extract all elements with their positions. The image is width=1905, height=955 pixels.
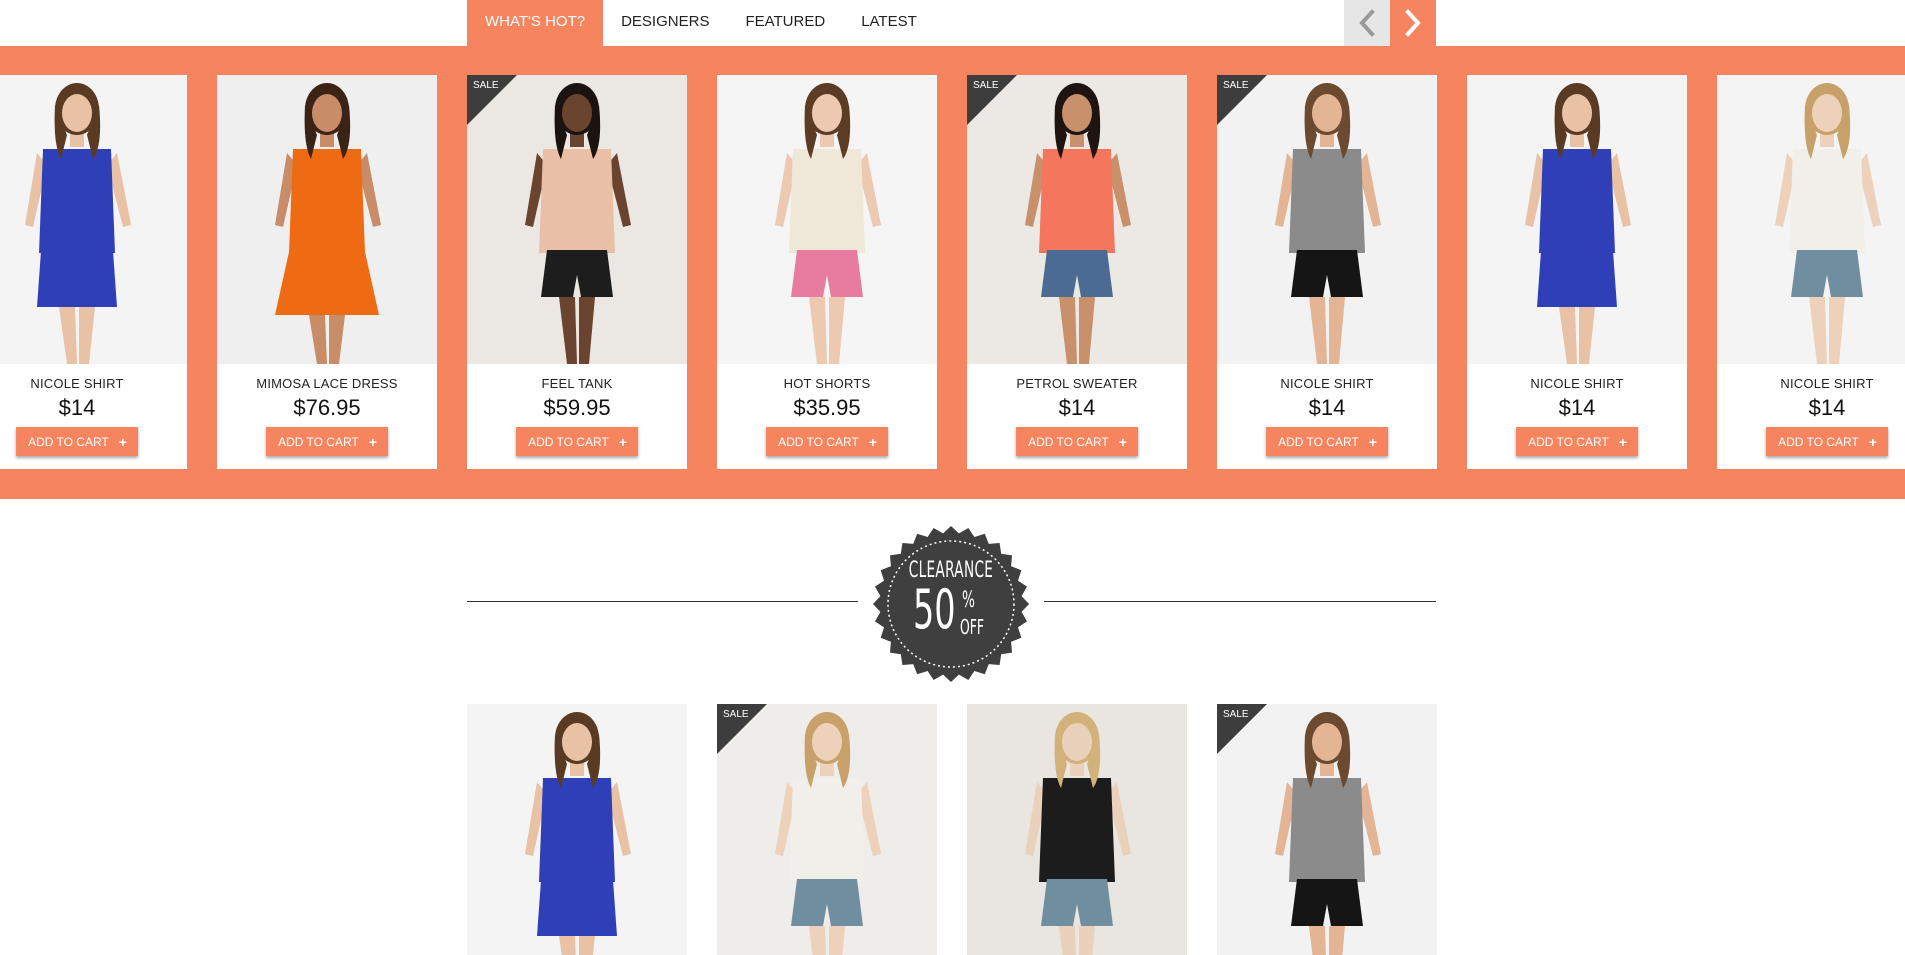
sale-ribbon: SALE	[1217, 75, 1267, 125]
add-to-cart-button[interactable]: ADD TO CART +	[1016, 427, 1138, 456]
product-name[interactable]: FEEL TANK	[467, 376, 687, 391]
add-to-cart-label: ADD TO CART	[278, 434, 359, 449]
product-name[interactable]: PETROL SWEATER	[967, 376, 1187, 391]
chevron-left-icon	[1359, 9, 1375, 37]
tab-whats-hot[interactable]: WHAT'S HOT?	[467, 0, 604, 46]
product-image[interactable]	[0, 75, 187, 364]
product-price: $14	[1558, 395, 1596, 420]
divider-line-left	[467, 601, 858, 602]
product-price: $14	[1058, 395, 1096, 420]
clearance-product-card[interactable]	[467, 704, 687, 955]
product-name[interactable]: MIMOSA LACE DRESS	[217, 376, 437, 391]
product-name[interactable]: NICOLE SHIRT	[1717, 376, 1905, 391]
product-price: $35.95	[793, 395, 861, 420]
sale-label: SALE	[473, 80, 499, 91]
clearance-product-card[interactable]: SALE	[717, 704, 937, 955]
plus-icon: +	[868, 433, 877, 450]
clearance-product-card[interactable]: SALE	[1217, 704, 1437, 955]
plus-icon: +	[1868, 433, 1877, 450]
add-to-cart-button[interactable]: ADD TO CART +	[766, 427, 888, 456]
product-image[interactable]	[467, 704, 687, 955]
add-to-cart-label: ADD TO CART	[1278, 434, 1359, 449]
product-price: $14	[1808, 395, 1846, 420]
add-to-cart-label: ADD TO CART	[1528, 434, 1609, 449]
product-image[interactable]	[1717, 75, 1905, 364]
divider-line-right	[1044, 601, 1436, 602]
plus-icon: +	[1118, 433, 1127, 450]
sale-label: SALE	[973, 80, 999, 91]
tab-featured[interactable]: FEATURED	[727, 0, 843, 46]
product-image[interactable]	[217, 75, 437, 364]
badge-number: 50	[913, 578, 956, 641]
product-price: $14	[58, 395, 96, 420]
add-to-cart-button[interactable]: ADD TO CART +	[1766, 427, 1888, 456]
chevron-right-icon	[1405, 9, 1421, 37]
product-carousel: NICOLE SHIRT $14 ADD TO CART + MIMOSA LACE …	[0, 46, 1905, 499]
sale-label: SALE	[723, 709, 749, 720]
add-to-cart-label: ADD TO CART	[1028, 434, 1109, 449]
add-to-cart-label: ADD TO CART	[528, 434, 609, 449]
product-image[interactable]	[1467, 75, 1687, 364]
product-card[interactable]: NICOLE SHIRT $14 ADD TO CART +	[1717, 75, 1905, 469]
plus-icon: +	[1368, 433, 1377, 450]
plus-icon: +	[368, 433, 377, 450]
plus-icon: +	[1618, 433, 1627, 450]
plus-icon: +	[118, 433, 127, 450]
product-card[interactable]: NICOLE SHIRT $14 ADD TO CART +	[1467, 75, 1687, 469]
add-to-cart-button[interactable]: ADD TO CART +	[1516, 427, 1638, 456]
tab-latest[interactable]: LATEST	[843, 0, 935, 46]
sale-ribbon: SALE	[1217, 704, 1267, 754]
badge-off: OFF	[960, 615, 985, 639]
sale-ribbon: SALE	[967, 75, 1017, 125]
add-to-cart-label: ADD TO CART	[28, 434, 109, 449]
clearance-grid: SALE SALE	[467, 704, 1437, 955]
product-tab-bar: WHAT'S HOT? DESIGNERS FEATURED LATEST	[467, 0, 1436, 46]
product-price: $76.95	[293, 395, 361, 420]
product-card[interactable]: MIMOSA LACE DRESS $76.95 ADD TO CART +	[217, 75, 437, 469]
add-to-cart-button[interactable]: ADD TO CART +	[16, 427, 138, 456]
store-page: WHAT'S HOT? DESIGNERS FEATURED LATEST NI…	[0, 0, 1905, 955]
product-card[interactable]: NICOLE SHIRT $14 ADD TO CART +	[0, 75, 187, 469]
badge-percent: %	[962, 588, 975, 613]
clearance-product-card[interactable]	[967, 704, 1187, 955]
add-to-cart-label: ADD TO CART	[778, 434, 859, 449]
product-name[interactable]: HOT SHORTS	[717, 376, 937, 391]
product-name[interactable]: NICOLE SHIRT	[0, 376, 187, 391]
add-to-cart-button[interactable]: ADD TO CART +	[1266, 427, 1388, 456]
carousel-nav	[1344, 0, 1436, 46]
product-card[interactable]: SALE PETROL SWEATER $14 ADD TO CART +	[967, 75, 1187, 469]
clearance-badge[interactable]: CLEARANCE 50 % OFF	[871, 524, 1031, 684]
product-image[interactable]	[717, 75, 937, 364]
product-card[interactable]: SALE FEEL TANK $59.95 ADD TO CART +	[467, 75, 687, 469]
sale-label: SALE	[1223, 80, 1249, 91]
product-name[interactable]: NICOLE SHIRT	[1467, 376, 1687, 391]
product-name[interactable]: NICOLE SHIRT	[1217, 376, 1437, 391]
add-to-cart-button[interactable]: ADD TO CART +	[516, 427, 638, 456]
add-to-cart-label: ADD TO CART	[1778, 434, 1859, 449]
plus-icon: +	[618, 433, 627, 450]
tab-designers[interactable]: DESIGNERS	[603, 0, 727, 46]
product-card[interactable]: SALE NICOLE SHIRT $14 ADD TO CART +	[1217, 75, 1437, 469]
tabs: WHAT'S HOT? DESIGNERS FEATURED LATEST	[467, 0, 1436, 46]
product-price: $59.95	[543, 395, 611, 420]
carousel-prev-button[interactable]	[1344, 0, 1390, 46]
add-to-cart-button[interactable]: ADD TO CART +	[266, 427, 388, 456]
carousel-next-button[interactable]	[1390, 0, 1436, 46]
product-image[interactable]	[967, 704, 1187, 955]
product-card[interactable]: HOT SHORTS $35.95 ADD TO CART +	[717, 75, 937, 469]
sale-label: SALE	[1223, 709, 1249, 720]
sale-ribbon: SALE	[467, 75, 517, 125]
product-price: $14	[1308, 395, 1346, 420]
sale-ribbon: SALE	[717, 704, 767, 754]
carousel-track: NICOLE SHIRT $14 ADD TO CART + MIMOSA LACE …	[0, 75, 1905, 469]
